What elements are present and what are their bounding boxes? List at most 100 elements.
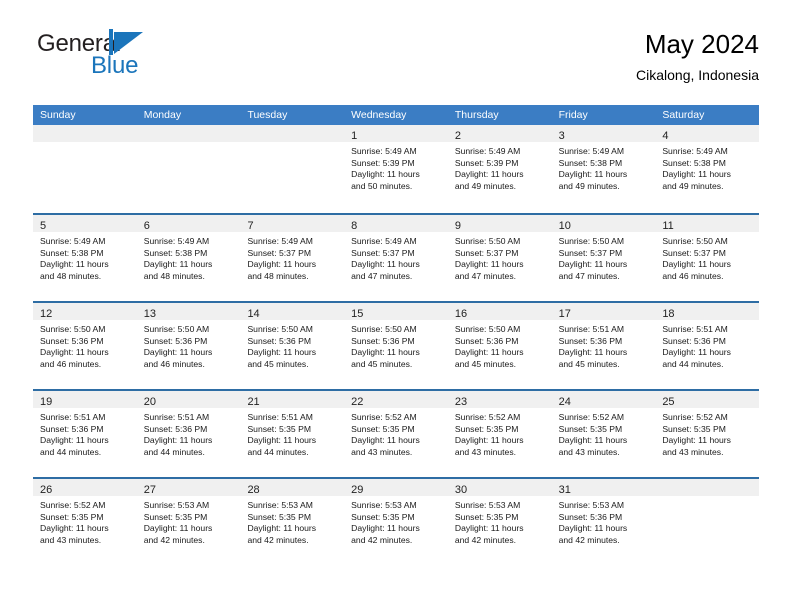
day-cell[interactable]: 15 Sunrise: 5:50 AM Sunset: 5:36 PM Dayligh… — [344, 303, 448, 389]
title-block: May 2024 Cikalong, Indonesia — [636, 28, 759, 85]
daylight-text-line1: Daylight: 11 hours — [143, 435, 213, 446]
day-cell[interactable]: 13 Sunrise: 5:50 AM Sunset: 5:36 PM Dayligh… — [136, 303, 241, 389]
day-cell[interactable]: 10 Sunrise: 5:50 AM Sunset: 5:37 PM Dayligh… — [551, 215, 656, 301]
day-cell[interactable]: 3 Sunrise: 5:49 AM Sunset: 5:38 PM Daylight… — [551, 125, 656, 213]
sunrise-text: Sunrise: 5:52 AM — [351, 412, 417, 422]
day-number-band: 5 — [33, 215, 137, 232]
day-info: Sunrise: 5:53 AM Sunset: 5:35 PM Daylight:… — [137, 496, 241, 546]
weekday-header-saturday: Saturday — [662, 109, 705, 121]
day-info: Sunrise: 5:51 AM Sunset: 5:36 PM Daylight:… — [655, 320, 759, 370]
day-number: 10 — [558, 220, 571, 232]
sunrise-text: Sunrise: 5:53 AM — [454, 500, 521, 510]
day-cell[interactable]: 17 Sunrise: 5:51 AM Sunset: 5:36 PM Dayligh… — [551, 303, 656, 389]
sunset-text: Sunset: 5:35 PM — [351, 423, 415, 434]
daylight-text-line2: and 47 minutes. — [558, 270, 620, 281]
sunset-text: Sunset: 5:36 PM — [662, 335, 726, 346]
day-number: 4 — [662, 130, 669, 142]
day-info: Sunrise: 5:52 AM Sunset: 5:35 PM Daylight:… — [552, 408, 656, 458]
daylight-text-line2: and 48 minutes. — [143, 270, 205, 281]
day-number-band: 15 — [344, 303, 448, 320]
day-number: 31 — [558, 484, 571, 496]
day-cell[interactable]: 30 Sunrise: 5:53 AM Sunset: 5:35 PM Dayligh… — [447, 479, 552, 565]
sunrise-text: Sunrise: 5:52 AM — [40, 500, 106, 510]
daylight-text-line1: Daylight: 11 hours — [662, 347, 731, 358]
day-cell[interactable]: 9 Sunrise: 5:50 AM Sunset: 5:37 PM Daylight… — [447, 215, 552, 301]
day-cell[interactable]: 27 Sunrise: 5:53 AM Sunset: 5:35 PM Dayligh… — [136, 479, 241, 565]
daylight-text-line2: and 42 minutes. — [558, 534, 620, 545]
day-number-band: 12 — [33, 303, 137, 320]
daylight-text-line1: Daylight: 11 hours — [558, 169, 628, 180]
day-info: Sunrise: 5:53 AM Sunset: 5:35 PM Daylight:… — [448, 496, 552, 546]
day-info: Sunrise: 5:50 AM Sunset: 5:36 PM Daylight:… — [448, 320, 552, 370]
sunrise-text: Sunrise: 5:53 AM — [143, 500, 210, 510]
day-number-band: 7 — [240, 215, 345, 232]
daylight-text-line1: Daylight: 11 hours — [247, 347, 317, 358]
day-number-band: 6 — [136, 215, 241, 232]
daylight-text-line1: Daylight: 11 hours — [143, 259, 213, 270]
day-cell[interactable]: 4 Sunrise: 5:49 AM Sunset: 5:38 PM Daylight… — [655, 125, 760, 213]
day-number: 11 — [662, 220, 674, 232]
sunrise-text: Sunrise: 5:50 AM — [558, 236, 625, 246]
sunset-text: Sunset: 5:35 PM — [143, 511, 208, 522]
brand-logo[interactable]: General Blue — [33, 28, 223, 88]
day-cell[interactable]: 1 Sunrise: 5:49 AM Sunset: 5:39 PM Daylight… — [344, 125, 448, 213]
daylight-text-line1: Daylight: 11 hours — [558, 347, 628, 358]
sunrise-text: Sunrise: 5:50 AM — [143, 324, 210, 334]
sunrise-text: Sunrise: 5:53 AM — [247, 500, 313, 510]
day-cell[interactable]: 12 Sunrise: 5:50 AM Sunset: 5:36 PM Dayligh… — [33, 303, 137, 389]
day-cell[interactable]: 23 Sunrise: 5:52 AM Sunset: 5:35 PM Dayligh… — [447, 391, 552, 477]
day-number-band: 29 — [344, 479, 448, 496]
daylight-text-line2: and 46 minutes. — [40, 358, 102, 369]
day-cell[interactable]: 20 Sunrise: 5:51 AM Sunset: 5:36 PM Dayligh… — [136, 391, 241, 477]
sunrise-text: Sunrise: 5:51 AM — [662, 324, 728, 334]
day-number-band: 2 — [447, 125, 552, 142]
daylight-text-line2: and 42 minutes. — [247, 534, 309, 545]
sunrise-text: Sunrise: 5:49 AM — [662, 146, 728, 156]
day-cell[interactable]: 5 Sunrise: 5:49 AM Sunset: 5:38 PM Daylight… — [33, 215, 137, 301]
day-cell[interactable]: 31 Sunrise: 5:53 AM Sunset: 5:36 PM Dayligh… — [551, 479, 656, 565]
day-info: Sunrise: 5:49 AM Sunset: 5:38 PM Daylight:… — [655, 142, 759, 192]
daylight-text-line2: and 47 minutes. — [351, 270, 413, 281]
sunset-text: Sunset: 5:38 PM — [558, 157, 623, 168]
day-cell[interactable]: 21 Sunrise: 5:51 AM Sunset: 5:35 PM Dayligh… — [240, 391, 345, 477]
day-cell[interactable]: 22 Sunrise: 5:52 AM Sunset: 5:35 PM Dayligh… — [344, 391, 448, 477]
day-info: Sunrise: 5:53 AM Sunset: 5:36 PM Daylight:… — [552, 496, 656, 546]
day-cell[interactable]: 28 Sunrise: 5:53 AM Sunset: 5:35 PM Dayligh… — [240, 479, 345, 565]
day-cell[interactable]: 25 Sunrise: 5:52 AM Sunset: 5:35 PM Dayligh… — [655, 391, 760, 477]
day-cell[interactable]: 8 Sunrise: 5:49 AM Sunset: 5:37 PM Daylight… — [344, 215, 448, 301]
day-cell[interactable]: 16 Sunrise: 5:50 AM Sunset: 5:36 PM Dayligh… — [447, 303, 552, 389]
day-info: Sunrise: 5:51 AM Sunset: 5:36 PM Daylight:… — [552, 320, 656, 370]
day-info: Sunrise: 5:49 AM Sunset: 5:37 PM Daylight:… — [344, 232, 448, 282]
sunrise-text: Sunrise: 5:49 AM — [143, 236, 210, 246]
day-number-band: 10 — [551, 215, 656, 232]
day-cell[interactable]: 24 Sunrise: 5:52 AM Sunset: 5:35 PM Dayligh… — [551, 391, 656, 477]
day-cell[interactable]: 6 Sunrise: 5:49 AM Sunset: 5:38 PM Daylight… — [136, 215, 241, 301]
day-info: Sunrise: 5:50 AM Sunset: 5:36 PM Daylight:… — [344, 320, 448, 370]
day-cell[interactable]: 19 Sunrise: 5:51 AM Sunset: 5:36 PM Dayligh… — [33, 391, 137, 477]
day-info: Sunrise: 5:50 AM Sunset: 5:37 PM Daylight:… — [655, 232, 759, 282]
day-cell[interactable]: 14 Sunrise: 5:50 AM Sunset: 5:36 PM Dayligh… — [240, 303, 345, 389]
sunset-text: Sunset: 5:35 PM — [351, 511, 415, 522]
day-cell[interactable]: 29 Sunrise: 5:53 AM Sunset: 5:35 PM Dayligh… — [344, 479, 448, 565]
day-cell[interactable]: 2 Sunrise: 5:49 AM Sunset: 5:39 PM Daylight… — [447, 125, 552, 213]
day-number: 24 — [558, 396, 571, 408]
day-cell[interactable]: 7 Sunrise: 5:49 AM Sunset: 5:37 PM Daylight… — [240, 215, 345, 301]
daylight-text-line2: and 45 minutes. — [558, 358, 620, 369]
day-number-band: 20 — [136, 391, 241, 408]
day-cell[interactable]: 11 Sunrise: 5:50 AM Sunset: 5:37 PM Dayligh… — [655, 215, 760, 301]
daylight-text-line1: Daylight: 11 hours — [662, 259, 731, 270]
daylight-text-line1: Daylight: 11 hours — [454, 169, 524, 180]
sunrise-text: Sunrise: 5:49 AM — [558, 146, 625, 156]
day-info: Sunrise: 5:51 AM Sunset: 5:36 PM Daylight:… — [137, 408, 241, 458]
weekday-header-row: Sunday Monday Tuesday Wednesday Thursday Frid… — [33, 105, 759, 125]
day-cell[interactable]: 18 Sunrise: 5:51 AM Sunset: 5:36 PM Dayligh… — [655, 303, 760, 389]
logo-triangle-shape — [114, 32, 143, 54]
day-cell-empty — [240, 125, 345, 213]
day-cell[interactable]: 26 Sunrise: 5:52 AM Sunset: 5:35 PM Dayligh… — [33, 479, 137, 565]
day-number: 28 — [247, 484, 260, 496]
sunset-text: Sunset: 5:38 PM — [143, 247, 208, 258]
daylight-text-line2: and 42 minutes. — [351, 534, 413, 545]
page-title: May 2024 — [644, 29, 759, 59]
day-number: 3 — [558, 130, 565, 142]
sunset-text: Sunset: 5:35 PM — [662, 423, 726, 434]
